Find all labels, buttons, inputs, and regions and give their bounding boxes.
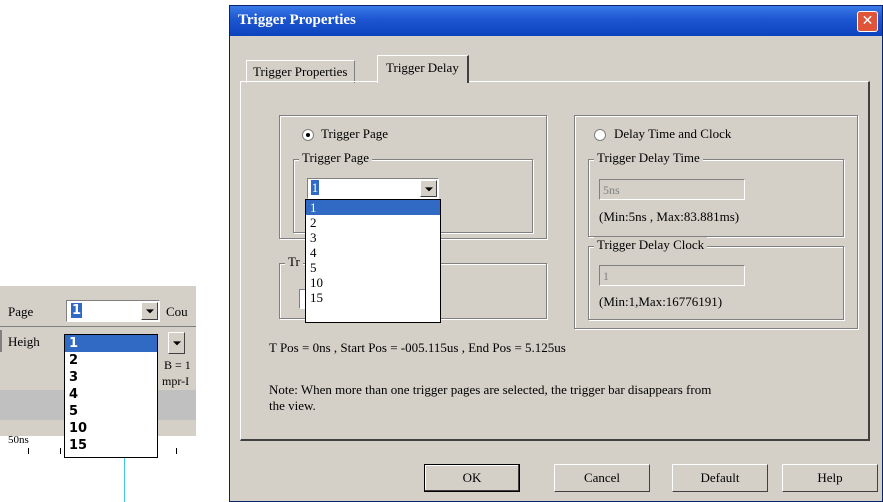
trigger-page-combobox-value: 1 bbox=[311, 180, 319, 195]
cursor-line bbox=[124, 452, 125, 502]
count-label: Cou bbox=[166, 304, 188, 319]
chevron-down-icon bbox=[424, 186, 433, 191]
help-button[interactable]: Help bbox=[782, 464, 878, 492]
chevron-down-icon bbox=[172, 341, 181, 346]
delay-time-clock-radio[interactable] bbox=[594, 129, 606, 141]
page-combobox[interactable]: 1 bbox=[66, 300, 160, 322]
trigger-page-combobox[interactable]: 1 bbox=[307, 178, 439, 199]
trigger-delay-time-title: Trigger Delay Time bbox=[594, 150, 703, 166]
cancel-button[interactable]: Cancel bbox=[554, 464, 650, 492]
default-button[interactable]: Default bbox=[672, 464, 768, 492]
dropdown-option[interactable]: 3 bbox=[306, 230, 440, 245]
trigger-delay-clock-title: Trigger Delay Clock bbox=[594, 237, 708, 253]
height-label: Heigh bbox=[8, 334, 40, 349]
note-text-line2: the view. bbox=[269, 398, 316, 413]
trigger-page-dropdown-list[interactable]: 1 2 3 4 5 10 15 bbox=[305, 199, 441, 323]
ruler-time-label: 50ns bbox=[8, 434, 29, 446]
title-bar[interactable]: Trigger Properties ✕ bbox=[230, 6, 882, 36]
dropdown-option[interactable]: 1 bbox=[65, 335, 157, 352]
tab-trigger-properties[interactable]: Trigger Properties bbox=[246, 60, 355, 83]
radio-dot bbox=[306, 133, 310, 137]
ruler-tick bbox=[28, 448, 29, 454]
dropdown-option[interactable]: 10 bbox=[65, 420, 157, 437]
trigger-page-radio-label: Trigger Page bbox=[321, 126, 389, 141]
dropdown-option[interactable]: 15 bbox=[65, 437, 157, 454]
chevron-down-icon bbox=[145, 309, 154, 314]
page-combobox-value: 1 bbox=[71, 303, 83, 318]
mpr-text: mpr-I bbox=[162, 374, 190, 388]
toolbar-grip bbox=[0, 330, 2, 352]
trigger-delay-time-input[interactable]: 5ns bbox=[599, 179, 745, 200]
dropdown-option[interactable]: 10 bbox=[306, 275, 440, 290]
dropdown-option[interactable]: 2 bbox=[306, 215, 440, 230]
page-combobox-dropdown-button[interactable] bbox=[141, 302, 158, 320]
note-text-line1: Note: When more than one trigger pages a… bbox=[269, 382, 712, 397]
b-value-text: B = 1 bbox=[164, 358, 191, 372]
tab-trigger-delay[interactable]: Trigger Delay bbox=[377, 55, 469, 83]
page-label: Page bbox=[8, 304, 34, 319]
ruler-tick bbox=[176, 448, 177, 454]
dropdown-option[interactable]: 4 bbox=[65, 386, 157, 403]
ok-button[interactable]: OK bbox=[424, 464, 520, 492]
dropdown-option[interactable]: 3 bbox=[65, 369, 157, 386]
trigger-page-dropdown-button[interactable] bbox=[420, 180, 437, 197]
trigger-delay-clock-range: (Min:1,Max:16776191) bbox=[599, 294, 723, 309]
delay-time-clock-radio-label: Delay Time and Clock bbox=[614, 126, 732, 141]
dialog-title: Trigger Properties bbox=[238, 12, 356, 28]
trigger-position-group-title: Tr bbox=[285, 254, 303, 270]
close-button[interactable]: ✕ bbox=[857, 11, 878, 32]
height-combobox-dropdown-button[interactable] bbox=[168, 332, 185, 354]
toolbar-divider bbox=[0, 326, 196, 327]
dropdown-option[interactable]: 15 bbox=[306, 290, 440, 305]
positions-text: T Pos = 0ns , Start Pos = -005.115us , E… bbox=[269, 340, 566, 355]
dropdown-option[interactable]: 1 bbox=[306, 200, 440, 215]
trigger-page-radio[interactable] bbox=[302, 129, 314, 141]
trigger-page-group-title: Trigger Page bbox=[299, 150, 373, 166]
dropdown-option[interactable]: 4 bbox=[306, 245, 440, 260]
close-icon: ✕ bbox=[861, 13, 874, 29]
trigger-delay-time-range: (Min:5ns , Max:83.881ms) bbox=[599, 209, 740, 224]
trigger-delay-clock-input[interactable]: 1 bbox=[599, 265, 745, 286]
ruler-tick bbox=[60, 448, 61, 454]
dropdown-option[interactable]: 5 bbox=[306, 260, 440, 275]
dropdown-option[interactable]: 2 bbox=[65, 352, 157, 369]
page-dropdown-list[interactable]: 1 2 3 4 5 10 15 bbox=[64, 334, 158, 458]
dropdown-option[interactable]: 5 bbox=[65, 403, 157, 420]
